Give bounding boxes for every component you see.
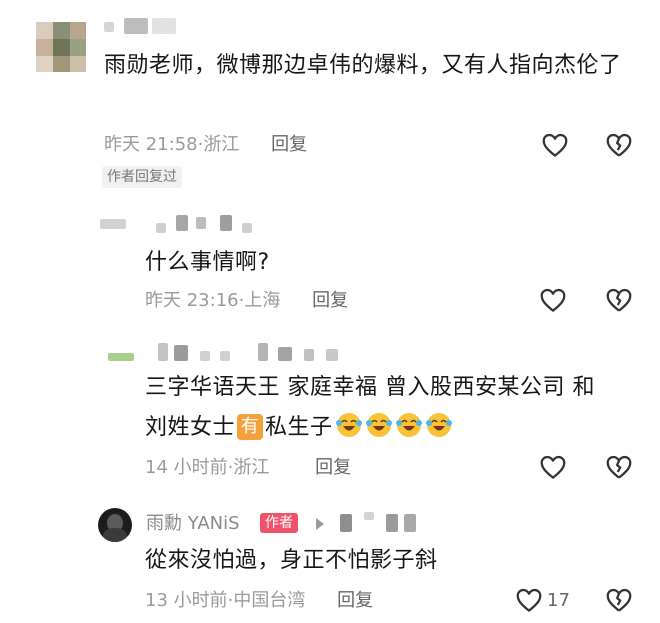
reply-button[interactable]: 回复 <box>271 132 307 158</box>
comment-4-author: 雨勳 YANiS 作者 從來沒怕過，身正不怕影子斜 13 小时前·中国台湾 回复… <box>0 500 660 623</box>
username-blurred[interactable] <box>334 510 424 536</box>
laughing-crying-emoji <box>335 413 362 437</box>
avatar[interactable] <box>98 508 132 542</box>
comment-location: 浙江 <box>203 134 240 155</box>
like-count: 17 <box>547 590 570 611</box>
comment-meta: 14 小时前·浙江 回复 <box>145 455 351 481</box>
comment-text: 三字华语天王 家庭幸福 曾入股西安某公司 和 刘姓女士有私生子 <box>145 368 645 448</box>
author-name[interactable]: 雨勳 YANiS <box>146 512 240 536</box>
comment-1: 雨勋老师，微博那边卓伟的爆料，又有人指向杰伦了 昨天 21:58·浙江 回复 作… <box>0 0 660 195</box>
author-tag: 作者 <box>260 513 298 533</box>
comment-location: 上海 <box>244 290 281 311</box>
broken-heart-icon[interactable] <box>604 285 634 315</box>
comment-text-line1: 三字华语天王 家庭幸福 曾入股西安某公司 和 <box>145 375 595 400</box>
comment-time: 昨天 23:16 <box>145 290 239 311</box>
laughing-crying-emoji <box>425 413 452 437</box>
comment-time: 昨天 21:58 <box>104 134 198 155</box>
comment-meta: 昨天 21:58·浙江 回复 <box>104 132 307 158</box>
laughing-crying-emoji <box>395 413 422 437</box>
badge-you: 有 <box>237 414 264 440</box>
laughing-crying-emoji <box>365 413 392 437</box>
heart-outline-icon[interactable] <box>514 585 544 615</box>
broken-heart-icon[interactable] <box>604 585 634 615</box>
reply-button[interactable]: 回复 <box>337 588 373 614</box>
heart-outline-icon[interactable] <box>540 130 570 160</box>
username-blurred[interactable] <box>104 18 194 38</box>
comment-meta: 昨天 23:16·上海 回复 <box>145 288 348 314</box>
comment-2: 什么事情啊? 昨天 23:16·上海 回复 <box>0 195 660 335</box>
comment-time: 13 小时前 <box>145 590 228 611</box>
comment-location: 中国台湾 <box>233 590 306 611</box>
author-replied-badge: 作者回复过 <box>102 166 182 188</box>
comment-meta: 13 小时前·中国台湾 回复 <box>145 588 373 614</box>
play-triangle-icon <box>316 518 324 530</box>
comment-text-pre: 刘姓女士 <box>145 415 236 440</box>
reply-button[interactable]: 回复 <box>312 288 348 314</box>
comment-time: 14 小时前 <box>145 457 228 478</box>
heart-outline-icon[interactable] <box>538 452 568 482</box>
heart-outline-icon[interactable] <box>538 285 568 315</box>
comment-text-post: 私生子 <box>265 415 333 440</box>
username-blurred[interactable] <box>100 213 270 243</box>
broken-heart-icon[interactable] <box>604 452 634 482</box>
avatar[interactable] <box>36 22 86 72</box>
comment-text: 從來沒怕過，身正不怕影子斜 <box>145 548 438 573</box>
broken-heart-icon[interactable] <box>604 130 634 160</box>
comment-text: 什么事情啊? <box>145 250 270 275</box>
reply-button[interactable]: 回复 <box>315 455 351 481</box>
comment-text-line2: 刘姓女士有私生子 <box>145 408 645 448</box>
comment-text: 雨勋老师，微博那边卓伟的爆料，又有人指向杰伦了 <box>104 53 622 78</box>
username-blurred[interactable] <box>108 339 368 369</box>
comment-3: 三字华语天王 家庭幸福 曾入股西安某公司 和 刘姓女士有私生子 14 小时前·浙… <box>0 335 660 500</box>
comment-location: 浙江 <box>233 457 270 478</box>
